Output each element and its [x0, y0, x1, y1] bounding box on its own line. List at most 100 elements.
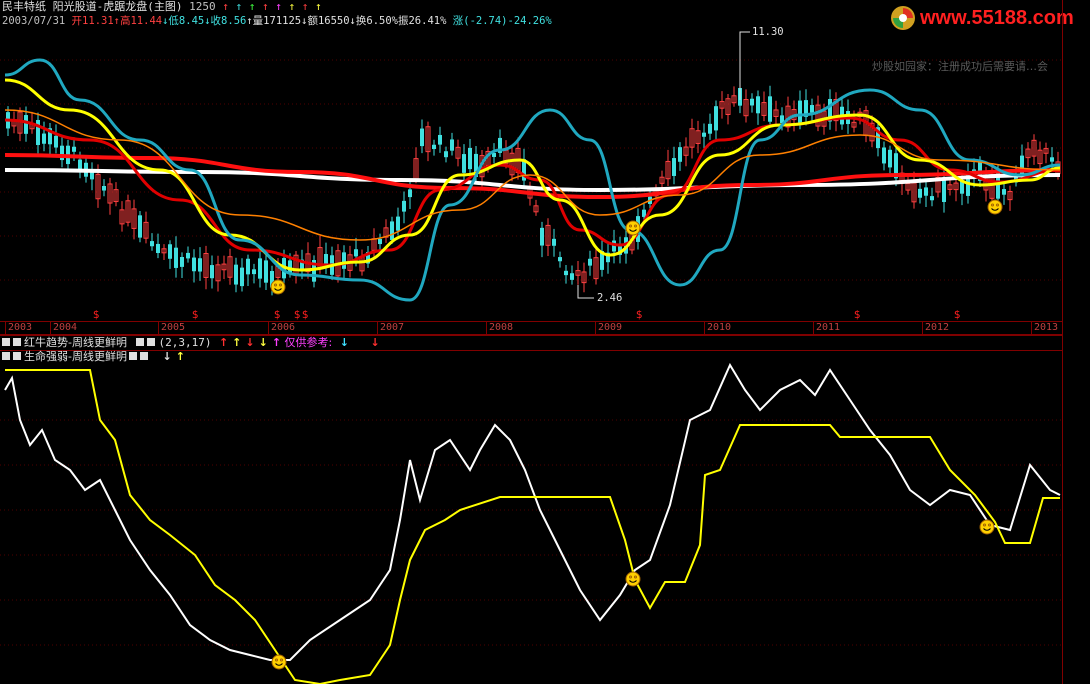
candle-body [444, 151, 448, 158]
candlesticks [6, 31, 1061, 299]
candle-body [240, 267, 244, 287]
candle-body [438, 134, 442, 145]
candle-body [402, 200, 406, 212]
smiley-icon [625, 220, 641, 236]
up-arrow-icon: ↑ [232, 336, 242, 349]
candle-body [882, 147, 886, 164]
candle-body [708, 123, 712, 134]
square-icon[interactable] [136, 338, 145, 346]
candle-body [342, 252, 346, 269]
year-label: 2003 [5, 322, 32, 334]
smiley-icon [979, 519, 995, 535]
candle-body [390, 221, 394, 240]
candle-body [558, 257, 562, 262]
down-arrow-icon: ↓ [245, 336, 255, 349]
dollar-marker: $ [192, 308, 199, 321]
strength-white-line [4, 362, 1061, 661]
time-axis: 2003 2004 2005 2006 2007 2008 2009 2010 … [0, 321, 1062, 335]
down-arrow-icon: ↓ [370, 336, 380, 349]
smiley-icon [625, 571, 641, 587]
indicator2-header: 生命强弱-周线更鲜明 ↓ ↑ [2, 350, 185, 363]
candle-body [408, 189, 412, 198]
moving-average-lines [4, 58, 1061, 302]
candle-body [354, 249, 358, 257]
dollar-marker: $ [954, 308, 961, 321]
candle-body [264, 260, 268, 283]
candle-body [570, 273, 574, 280]
candle-body [756, 96, 760, 114]
candle-body [552, 238, 556, 246]
indicator2-name[interactable]: 生命强弱-周线更鲜明 [24, 350, 127, 363]
candle-body [174, 247, 178, 268]
year-label: 2008 [486, 322, 513, 334]
candle-body [90, 172, 94, 180]
smiley-markers [270, 199, 1003, 670]
year-label: 2009 [595, 322, 622, 334]
low-price-label: 2.46 [597, 292, 623, 304]
candle-body [462, 154, 466, 173]
down-arrow-icon: ↓ [162, 350, 172, 363]
strength-yellow-line [5, 369, 1060, 684]
candle-body [810, 105, 814, 113]
candle-body [924, 187, 928, 196]
candle-body [540, 227, 544, 246]
candle-body [168, 244, 172, 259]
indicator1-params: (2,3,17) [158, 336, 212, 349]
square-icon[interactable] [13, 352, 21, 360]
indicator1-header: 红牛趋势-周线更鲜明 (2,3,17) ↑ ↑ ↓ ↓ ↑ 仅供参考: ↓ ↓ [2, 336, 380, 349]
smiley-icon [271, 654, 287, 670]
candle-body [186, 252, 190, 259]
candle-body [888, 149, 892, 168]
candle-body [24, 115, 28, 134]
low-pointer [577, 285, 594, 299]
up-arrow-icon: ↑ [175, 350, 185, 363]
candle-body [642, 209, 646, 217]
dollar-marker: $ [636, 308, 643, 321]
candle-body [714, 106, 718, 131]
candle-body [420, 128, 424, 147]
candle-body [42, 133, 46, 144]
square-icon[interactable] [2, 352, 10, 360]
dollar-marker: $ [274, 308, 281, 321]
candle-body [588, 258, 592, 266]
dollar-marker: $ [294, 308, 301, 321]
candle-body [930, 196, 934, 201]
down-arrow-icon: ↓ [258, 336, 268, 349]
candle-body [750, 98, 754, 106]
candle-body [210, 265, 214, 279]
smiley-icon [987, 199, 1003, 215]
up-arrow-icon: ↑ [271, 336, 282, 349]
up-arrow-icon: ↑ [218, 336, 229, 349]
square-icon[interactable] [2, 338, 10, 346]
square-icon[interactable] [128, 352, 137, 360]
indicator1-name[interactable]: 红牛趋势-周线更鲜明 [24, 336, 127, 349]
indicator1-note: 仅供参考: [284, 336, 333, 349]
year-label: 2012 [922, 322, 949, 334]
year-label: 2004 [50, 322, 77, 334]
candle-body [702, 132, 706, 137]
candle-body [138, 215, 142, 238]
square-icon[interactable] [147, 338, 156, 346]
candle-body [252, 269, 256, 275]
smiley-icon [270, 279, 286, 295]
square-icon[interactable] [13, 338, 21, 346]
year-label: 2011 [813, 322, 840, 334]
candle-body [798, 100, 802, 126]
candle-body [234, 264, 238, 285]
candle-body [198, 258, 202, 272]
year-label: 2007 [377, 322, 404, 334]
dollar-marker: $ [302, 308, 309, 321]
candle-body [72, 146, 76, 152]
candle-body [450, 139, 454, 151]
year-label: 2013 [1031, 322, 1058, 334]
dollar-marker: $ [854, 308, 861, 321]
down-arrow-icon: ↓ [339, 336, 349, 349]
year-label: 2006 [268, 322, 295, 334]
candle-body [102, 185, 106, 191]
candle-body [678, 147, 682, 162]
candle-body [258, 258, 262, 279]
signal-markers: $ $ $ $ $ $ $ $ [93, 308, 961, 321]
square-icon[interactable] [139, 352, 148, 360]
year-label: 2005 [158, 322, 185, 334]
dollar-marker: $ [93, 308, 100, 321]
